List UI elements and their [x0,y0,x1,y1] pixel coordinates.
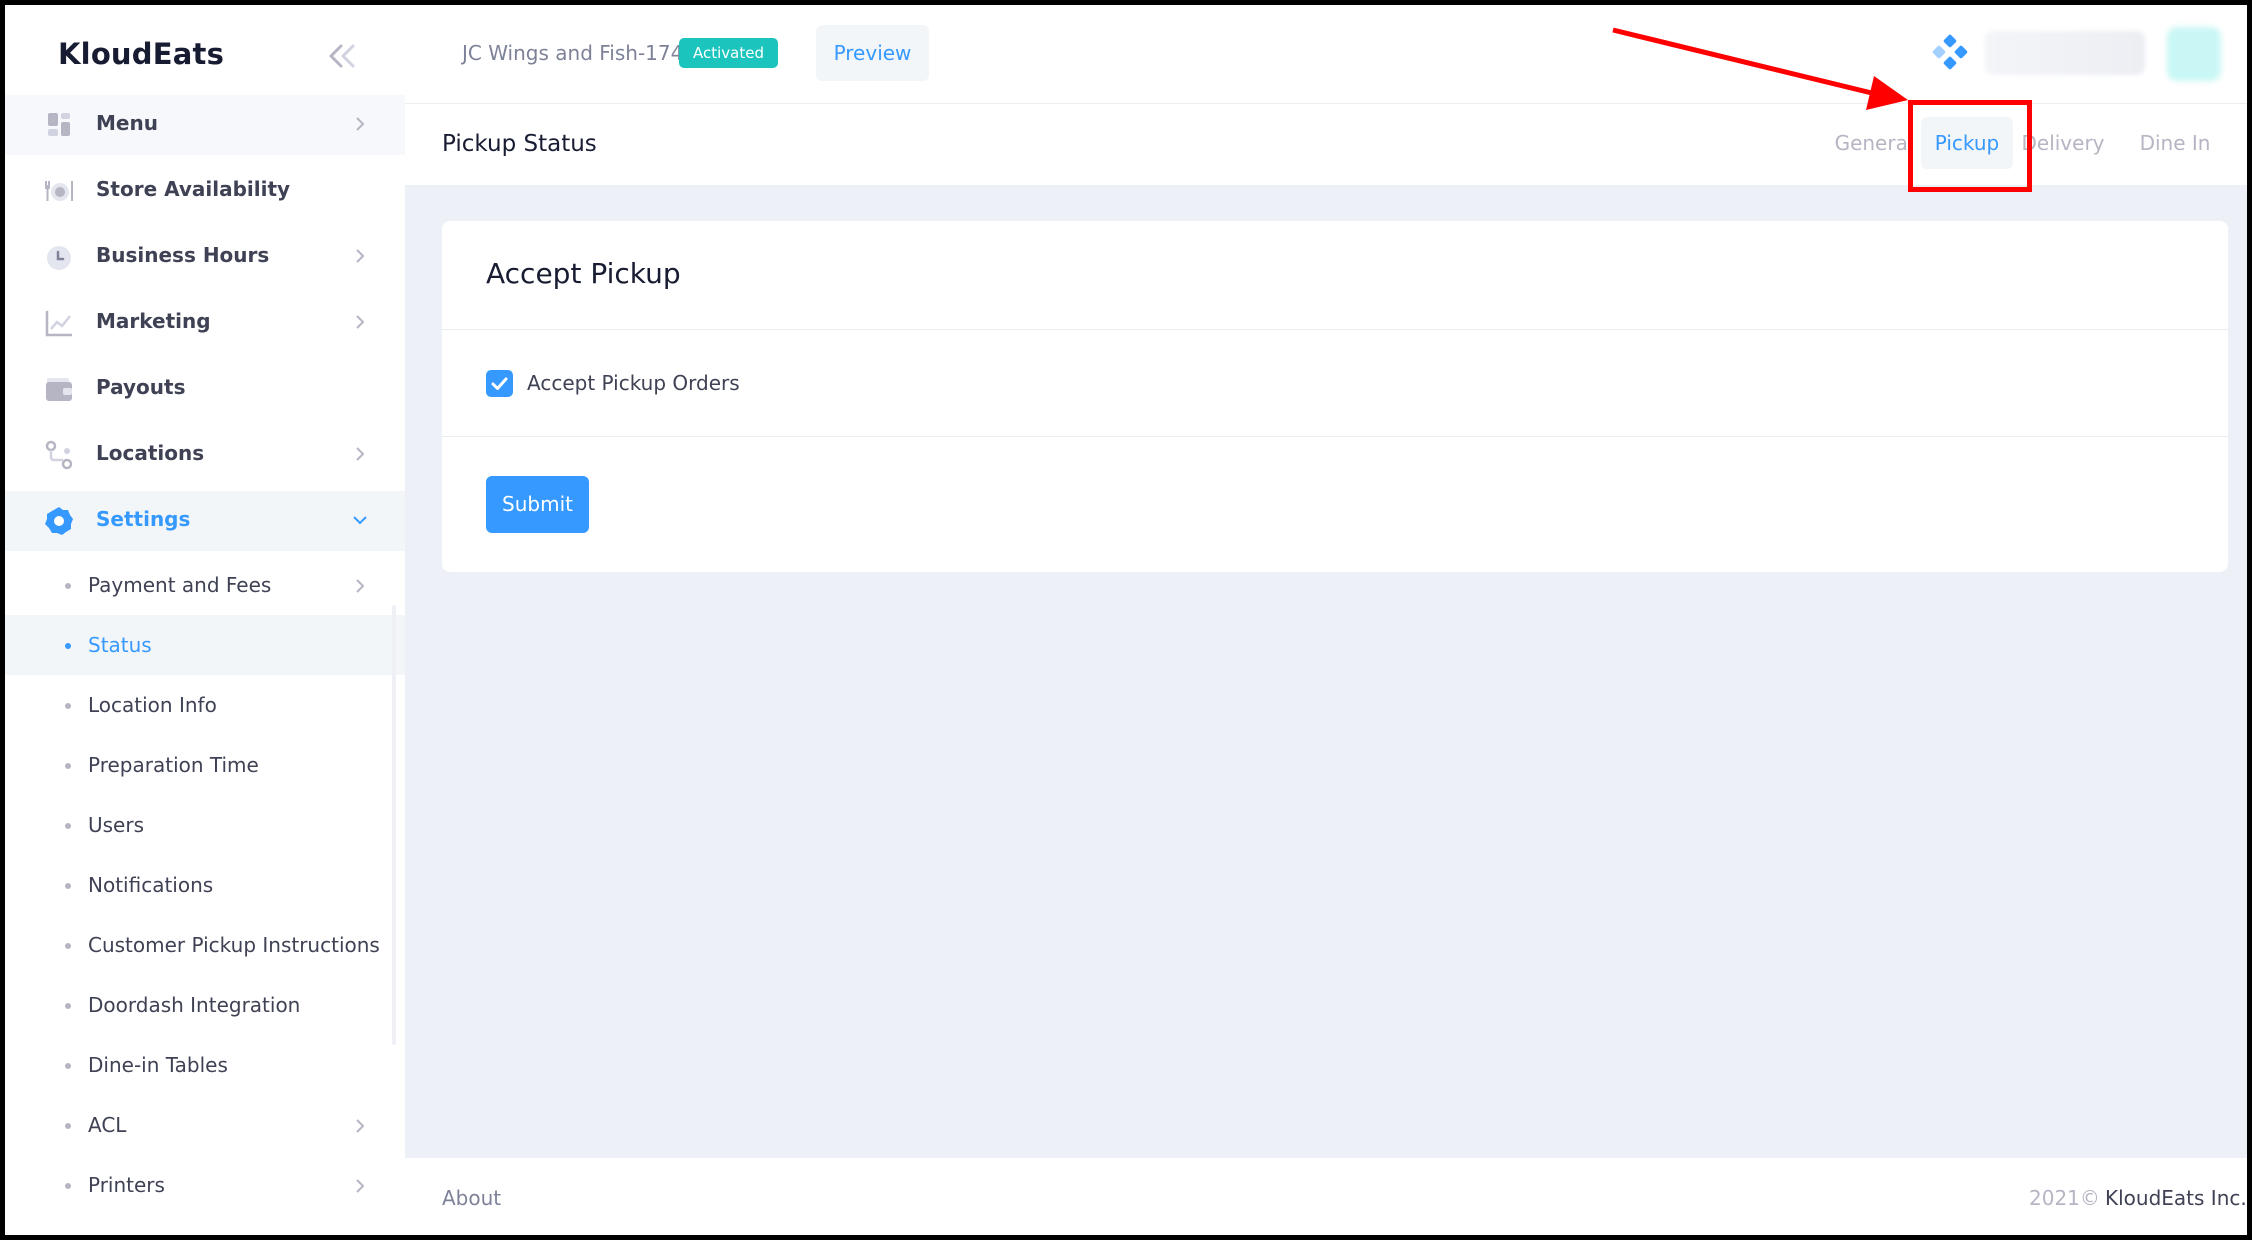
accept-pickup-card: Accept Pickup Accept Pickup Orders Submi… [442,221,2228,572]
bullet-icon [65,823,71,829]
chevron-right-icon [356,249,365,263]
preview-button[interactable]: Preview [816,25,929,81]
chevron-right-icon [356,1119,365,1133]
sidebar-item-marketing[interactable]: Marketing [5,293,405,353]
brand-logo[interactable]: KloudEats [58,37,224,71]
sidebar-item-label: Menu [96,111,158,135]
accept-pickup-checkbox[interactable] [486,370,513,397]
bullet-icon [65,703,71,709]
about-link[interactable]: About [442,1186,501,1210]
sidebar-subitem-label: Printers [88,1173,165,1197]
company-link[interactable]: KloudEats Inc. [2105,1186,2247,1210]
annotation-highlight-box [1908,100,2032,192]
sidebar-subitem-users[interactable]: Users [5,795,405,855]
bullet-icon [65,763,71,769]
bullet-icon [65,1183,71,1189]
top-header: JC Wings and Fish-174 Activated Preview [405,5,2247,104]
bullet-icon [65,643,71,649]
chevron-right-icon [356,315,365,329]
sidebar-subitem-label: Preparation Time [88,753,259,777]
bullet-icon [65,583,71,589]
sidebar-subitem-label: Notifications [88,873,214,897]
chevron-right-icon [356,117,365,131]
sidebar-subitem-payment-and-fees[interactable]: Payment and Fees [5,555,405,615]
tab-dine-in[interactable]: Dine In [2135,117,2215,169]
sidebar-item-store-availability[interactable]: Store Availability [5,161,405,221]
sidebar-subitem-status[interactable]: Status [5,615,405,675]
chevron-right-icon [356,447,365,461]
gear-icon [45,507,73,535]
bullet-icon [65,943,71,949]
sidebar-subitem-acl[interactable]: ACL [5,1095,405,1155]
check-icon [491,377,508,390]
sidebar-subitem-notifications[interactable]: Notifications [5,855,405,915]
bullet-icon [65,883,71,889]
sidebar-subitem-preparation-time[interactable]: Preparation Time [5,735,405,795]
wallet-icon [46,378,72,401]
clock-icon [47,246,71,270]
tab-general[interactable]: General [1829,117,1919,169]
sidebar-item-menu[interactable]: Menu [5,95,405,155]
divider [442,329,2228,330]
sidebar-item-payouts[interactable]: Payouts [5,359,405,419]
bullet-icon [65,1063,71,1069]
route-icon [45,440,73,470]
sidebar-subitem-printers[interactable]: Printers [5,1155,405,1215]
footer: About 2021© KloudEats Inc. [405,1158,2247,1235]
chevron-right-icon [356,579,365,593]
card-title: Accept Pickup [486,257,681,290]
sidebar-scrollbar[interactable] [392,605,396,1045]
user-name-blurred[interactable] [1985,31,2145,75]
chevron-down-icon [353,516,367,525]
dining-icon [45,181,73,201]
chart-line-icon [45,311,72,337]
grid-icon [48,113,70,136]
bullet-icon [65,1123,71,1129]
sidebar-subitem-dine-in-tables[interactable]: Dine-in Tables [5,1035,405,1095]
bullet-icon [65,1003,71,1009]
status-badge: Activated [679,38,778,68]
copyright-year: 2021© [2029,1186,2100,1210]
sidebar-item-label: Marketing [96,309,211,333]
diamond-logo-icon[interactable] [1930,33,1970,73]
sidebar-item-label: Locations [96,441,205,465]
sidebar-subitem-label: Status [88,633,152,657]
sidebar-item-label: Store Availability [96,177,291,201]
sidebar-subitem-label: Payment and Fees [88,573,272,597]
sidebar-item-label: Business Hours [96,243,270,267]
sidebar-subitem-label: Location Info [88,693,217,717]
sidebar-item-label: Settings [96,507,191,531]
divider [442,436,2228,437]
page-title: Pickup Status [442,131,597,157]
store-name: JC Wings and Fish-174 [462,41,684,65]
sidebar-subitem-label: Dine-in Tables [88,1053,228,1077]
sidebar-item-business-hours[interactable]: Business Hours [5,227,405,287]
checkbox-label[interactable]: Accept Pickup Orders [527,371,740,395]
sidebar: KloudEats Menu Store Availability Busine… [5,5,405,1235]
sidebar-subitem-label: Customer Pickup Instructions [88,933,380,957]
avatar[interactable] [2167,27,2221,81]
sidebar-subitem-label: Users [88,813,145,837]
sidebar-subitem-label: Doordash Integration [88,993,301,1017]
sidebar-subitem-doordash-integration[interactable]: Doordash Integration [5,975,405,1035]
sidebar-subitem-label: ACL [88,1113,127,1137]
sidebar-item-settings[interactable]: Settings [5,491,405,551]
sidebar-subitem-customer-pickup-instructions[interactable]: Customer Pickup Instructions [5,915,405,975]
sidebar-item-label: Payouts [96,375,186,399]
sidebar-subitem-location-info[interactable]: Location Info [5,675,405,735]
chevron-right-icon [356,1179,365,1193]
submit-button[interactable]: Submit [486,476,589,533]
collapse-sidebar-icon[interactable] [325,41,359,71]
sidebar-item-locations[interactable]: Locations [5,425,405,485]
